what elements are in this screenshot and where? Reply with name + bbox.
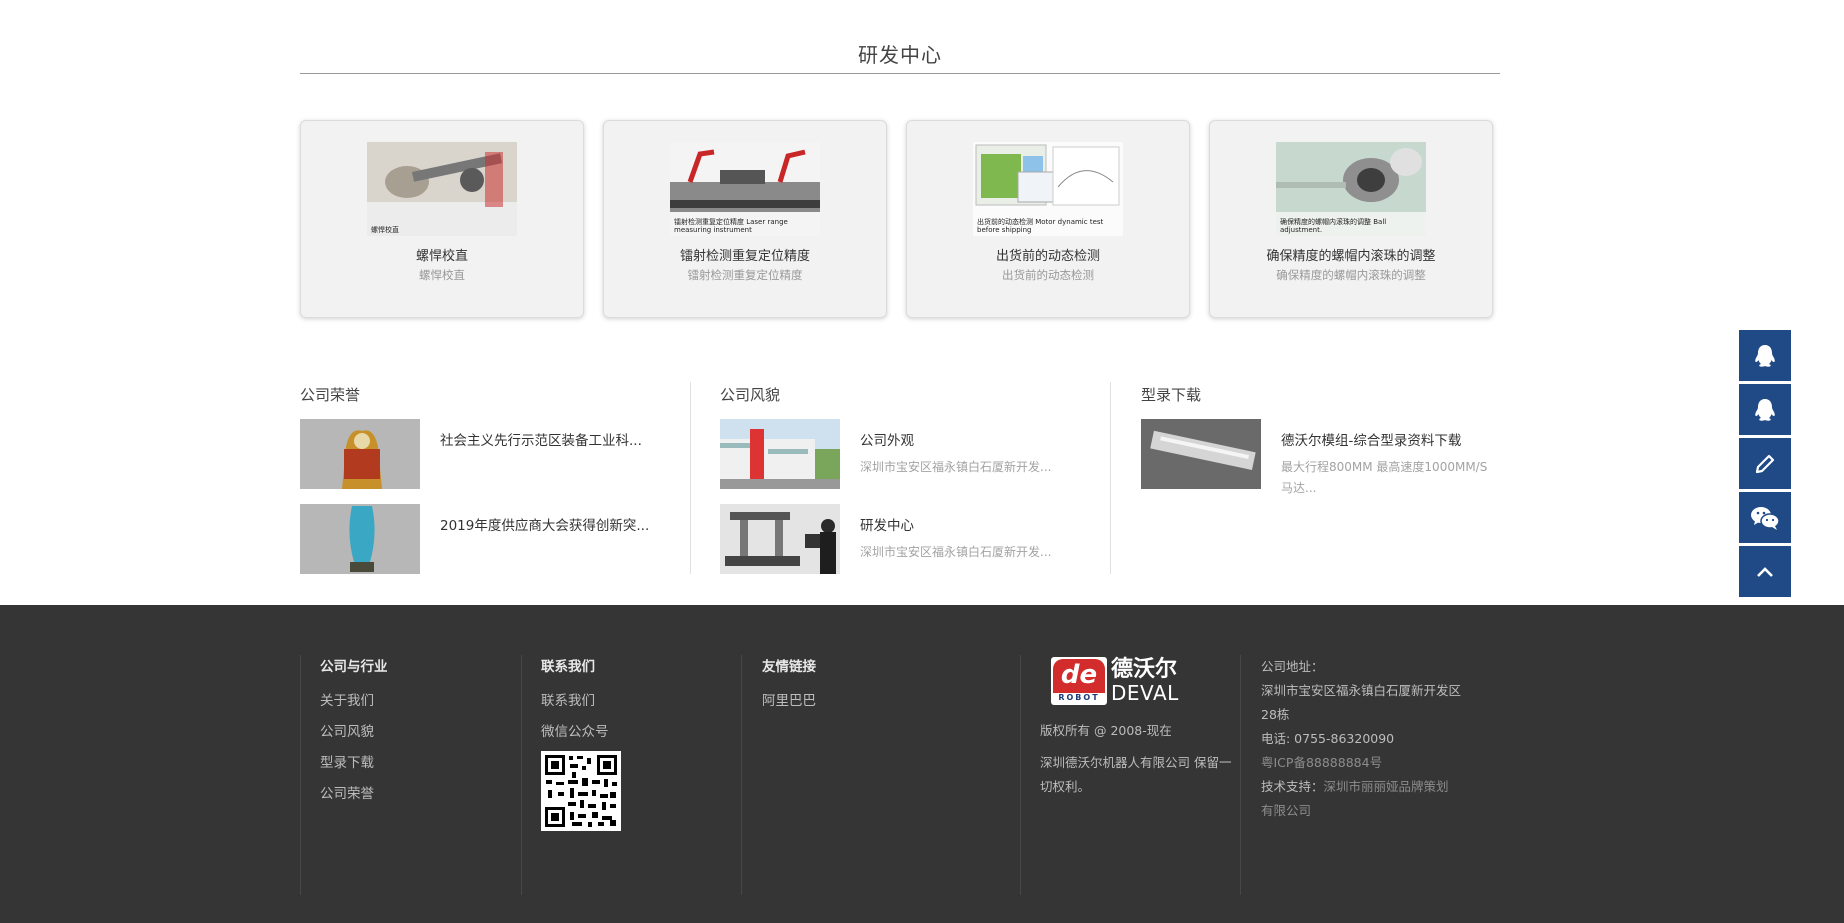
phone-text: 电话: 0755-86320090 xyxy=(1261,731,1395,746)
wechat-icon[interactable] xyxy=(1739,492,1791,543)
footer-link-honors[interactable]: 公司荣誉 xyxy=(320,782,520,802)
footer-col-heading: 友情链接 xyxy=(762,659,816,675)
column-divider xyxy=(690,382,691,574)
honor-thumbnail[interactable] xyxy=(300,419,420,489)
style-thumbnail[interactable] xyxy=(720,419,840,489)
rd-card[interactable]: 螺悍校直 螺悍校直 螺悍校直 xyxy=(300,120,584,318)
catalog-heading[interactable]: 型录下载 xyxy=(1141,384,1201,405)
info-columns: 公司荣誉 社会主义先行示范区装备工业科... 2019年度供应商大会获得创新突.… xyxy=(300,380,1500,580)
footer-col-company: 公司与行业 关于我们 公司风貌 型录下载 公司荣誉 xyxy=(320,655,520,895)
logo-english: DEVAL xyxy=(1111,681,1179,705)
footer-link-contact[interactable]: 联系我们 xyxy=(541,689,741,709)
footer: 公司与行业 关于我们 公司风貌 型录下载 公司荣誉 联系我们 联系我们 微信公众… xyxy=(0,605,1844,923)
rd-card-caption: 镭射检测重复定位精度 Laser range measuring instrum… xyxy=(674,218,788,234)
item-description: 深圳市宝安区福永镇白石厦新开发... xyxy=(860,460,1052,474)
rd-card-title[interactable]: 螺悍校直 xyxy=(301,245,583,264)
rd-card-subtitle: 确保精度的螺帽内滚珠的调整 xyxy=(1276,268,1426,282)
list-item[interactable]: 社会主义先行示范区装备工业科... xyxy=(300,419,680,491)
rd-card-image[interactable]: 出货前的动态检测 Motor dynamic test before shipp… xyxy=(973,142,1123,236)
footer-col-contact: 联系我们 联系我们 微信公众号 xyxy=(541,655,741,895)
item-title[interactable]: 2019年度供应商大会获得创新突... xyxy=(440,514,649,534)
style-thumbnail[interactable] xyxy=(720,504,840,574)
rd-card-caption: 确保精度的螺帽内滚珠的调整 Ball adjustment. xyxy=(1280,218,1387,234)
rd-card-subtitle: 出货前的动态检测 xyxy=(1002,268,1094,282)
logo-chinese: 德沃尔 xyxy=(1111,657,1178,682)
style-column: 公司风貌 公司外观 深圳市宝安区福永镇白石厦新开发... 研发中心 深圳市宝安区… xyxy=(720,380,1110,575)
item-title[interactable]: 社会主义先行示范区装备工业科... xyxy=(440,429,642,449)
logo-sub: ROBOT xyxy=(1058,693,1100,702)
company-logo[interactable]: de ROBOT 德沃尔 DEVAL xyxy=(1051,657,1191,709)
list-item[interactable]: 公司外观 深圳市宝安区福永镇白石厦新开发... xyxy=(720,419,1100,491)
honors-column: 公司荣誉 社会主义先行示范区装备工业科... 2019年度供应商大会获得创新突.… xyxy=(300,380,690,575)
column-divider xyxy=(1110,382,1111,574)
arrow-up-icon[interactable] xyxy=(1739,546,1791,597)
support-label: 技术支持： xyxy=(1261,779,1324,794)
copyright-text: 版权所有 @ 2008-现在 xyxy=(1040,723,1172,738)
rd-card-subtitle: 螺悍校直 xyxy=(419,268,465,282)
logo-mark: de xyxy=(1053,659,1105,693)
rights-text: 深圳德沃尔机器人有限公司 保留一切权利。 xyxy=(1040,755,1232,794)
footer-link-catalog[interactable]: 型录下载 xyxy=(320,751,520,771)
rd-card[interactable]: 确保精度的螺帽内滚珠的调整 Ball adjustment. 确保精度的螺帽内滚… xyxy=(1209,120,1493,318)
item-title[interactable]: 德沃尔模组-综合型录资料下载 xyxy=(1281,429,1461,449)
wechat-qr-code xyxy=(541,751,621,831)
rd-card-caption: 出货前的动态检测 Motor dynamic test before shipp… xyxy=(977,218,1104,234)
footer-divider xyxy=(1240,655,1241,895)
footer-col-address: 公司地址： 深圳市宝安区福永镇白石厦新开发区28栋 电话: 0755-86320… xyxy=(1261,655,1461,895)
rd-card-image[interactable]: 确保精度的螺帽内滚珠的调整 Ball adjustment. xyxy=(1276,142,1426,236)
footer-divider xyxy=(741,655,742,895)
list-item[interactable]: 研发中心 深圳市宝安区福永镇白石厦新开发... xyxy=(720,504,1100,576)
rd-card-list: 螺悍校直 螺悍校直 螺悍校直 镭射检测重复定位精度 Laser range me… xyxy=(300,120,1500,318)
icp-link[interactable]: 粤ICP备88888884号 xyxy=(1261,755,1382,770)
rd-card[interactable]: 出货前的动态检测 Motor dynamic test before shipp… xyxy=(906,120,1190,318)
footer-divider xyxy=(300,655,301,895)
address-label: 公司地址： xyxy=(1261,659,1324,674)
rd-card-title[interactable]: 出货前的动态检测 xyxy=(907,245,1189,264)
footer-link-alibaba[interactable]: 阿里巴巴 xyxy=(762,689,1002,709)
rd-card-image[interactable]: 螺悍校直 xyxy=(367,142,517,236)
rd-card[interactable]: 镭射检测重复定位精度 Laser range measuring instrum… xyxy=(603,120,887,318)
style-heading[interactable]: 公司风貌 xyxy=(720,384,780,405)
footer-col-brand: de ROBOT 德沃尔 DEVAL 版权所有 @ 2008-现在 深圳德沃尔机… xyxy=(1040,655,1240,895)
rd-section-title: 研发中心 xyxy=(858,43,942,67)
list-item[interactable]: 德沃尔模组-综合型录资料下载 最大行程800MM 最高速度1000MM/S 马达… xyxy=(1141,419,1500,495)
qq-icon[interactable] xyxy=(1739,384,1791,435)
footer-link-wechat[interactable]: 微信公众号 xyxy=(541,720,741,740)
item-title[interactable]: 公司外观 xyxy=(860,429,914,449)
catalog-thumbnail[interactable] xyxy=(1141,419,1261,489)
footer-col-heading: 联系我们 xyxy=(541,659,595,675)
rd-card-caption: 螺悍校直 xyxy=(371,226,399,234)
item-title[interactable]: 研发中心 xyxy=(860,514,914,534)
footer-link-about[interactable]: 关于我们 xyxy=(320,689,520,709)
rd-card-subtitle: 镭射检测重复定位精度 xyxy=(687,268,803,282)
honor-thumbnail[interactable] xyxy=(300,504,420,574)
footer-divider xyxy=(521,655,522,895)
edit-icon[interactable] xyxy=(1739,438,1791,489)
footer-col-heading: 公司与行业 xyxy=(320,659,388,675)
rd-card-image[interactable]: 镭射检测重复定位精度 Laser range measuring instrum… xyxy=(670,142,820,236)
footer-divider xyxy=(1020,655,1021,895)
address-text: 深圳市宝安区福永镇白石厦新开发区28栋 xyxy=(1261,683,1462,722)
item-description: 最大行程800MM 最高速度1000MM/S 马达... xyxy=(1281,460,1488,495)
rd-card-title[interactable]: 镭射检测重复定位精度 xyxy=(604,245,886,264)
floating-toolbar xyxy=(1739,330,1791,600)
qq-icon[interactable] xyxy=(1739,330,1791,381)
item-description: 深圳市宝安区福永镇白石厦新开发... xyxy=(860,545,1052,559)
footer-link-style[interactable]: 公司风貌 xyxy=(320,720,520,740)
list-item[interactable]: 2019年度供应商大会获得创新突... xyxy=(300,504,680,576)
rd-section-header: 研发中心 xyxy=(300,40,1500,74)
honors-heading[interactable]: 公司荣誉 xyxy=(300,384,360,405)
footer-col-links: 友情链接 阿里巴巴 xyxy=(762,655,1002,895)
rd-card-title[interactable]: 确保精度的螺帽内滚珠的调整 xyxy=(1210,245,1492,264)
catalog-column: 型录下载 德沃尔模组-综合型录资料下载 最大行程800MM 最高速度1000MM… xyxy=(1141,380,1500,575)
